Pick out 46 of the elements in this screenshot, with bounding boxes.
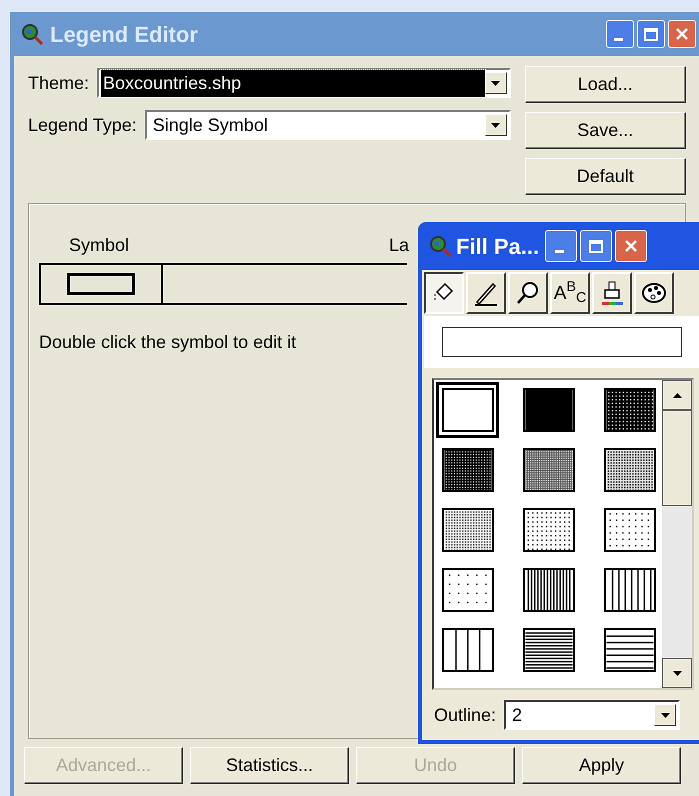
push-button[interactable]: Statistics...	[190, 747, 349, 784]
scroll-down-button[interactable]	[662, 658, 692, 688]
push-button[interactable]: Apply	[522, 747, 681, 784]
legend-table-row[interactable]	[39, 263, 407, 305]
window-title: Legend Editor	[50, 20, 199, 49]
close-button[interactable]	[615, 230, 648, 262]
minimize-button[interactable]	[606, 20, 634, 48]
push-button[interactable]: Default	[524, 158, 686, 195]
paint-brush-icon	[599, 280, 625, 306]
column-header: Symbol	[68, 234, 130, 257]
symbol-swatch[interactable]	[67, 273, 135, 295]
dropdown-button[interactable]	[484, 72, 506, 94]
outline-dropdown[interactable]: 2	[504, 700, 680, 730]
column-header: La	[389, 234, 410, 257]
scroll-up-button[interactable]	[662, 380, 692, 410]
pencil-icon	[473, 280, 499, 306]
close-icon	[624, 239, 638, 253]
hint-text: Double click the symbol to edit it	[39, 331, 296, 354]
close-icon	[675, 27, 689, 41]
name-field[interactable]	[442, 327, 682, 357]
caret-icon	[491, 80, 500, 86]
symbol-tab[interactable]	[424, 272, 464, 314]
legend-type-label: Legend Type:	[28, 114, 137, 137]
palette-title: Fill Pa...	[456, 232, 540, 260]
dropdown-button[interactable]	[654, 704, 676, 726]
push-button[interactable]: Load...	[524, 66, 686, 103]
theme-dropdown[interactable]: Boxcountries.shp	[97, 68, 510, 98]
legend-type-dropdown[interactable]: Single Symbol	[144, 110, 510, 140]
minimize-button[interactable]	[545, 230, 578, 262]
palette-icon	[641, 280, 667, 306]
caret-icon	[660, 712, 670, 718]
pattern-swatch[interactable]	[436, 382, 499, 438]
push-button[interactable]: Save...	[524, 112, 686, 149]
down-arrow-icon	[672, 670, 682, 676]
globe-magnifier-icon	[428, 234, 452, 258]
maximize-button[interactable]	[637, 20, 665, 48]
globe-magnifier-icon	[20, 22, 44, 46]
close-button[interactable]	[668, 20, 696, 48]
theme-label: Theme:	[28, 72, 90, 94]
dropdown-button[interactable]	[484, 114, 506, 136]
outline-label: Outline:	[434, 704, 496, 726]
scrollbar[interactable]	[662, 380, 692, 688]
caret-icon	[491, 122, 500, 128]
scroll-thumb[interactable]	[662, 410, 692, 506]
up-arrow-icon	[672, 392, 682, 398]
maximize-button[interactable]	[580, 230, 612, 262]
